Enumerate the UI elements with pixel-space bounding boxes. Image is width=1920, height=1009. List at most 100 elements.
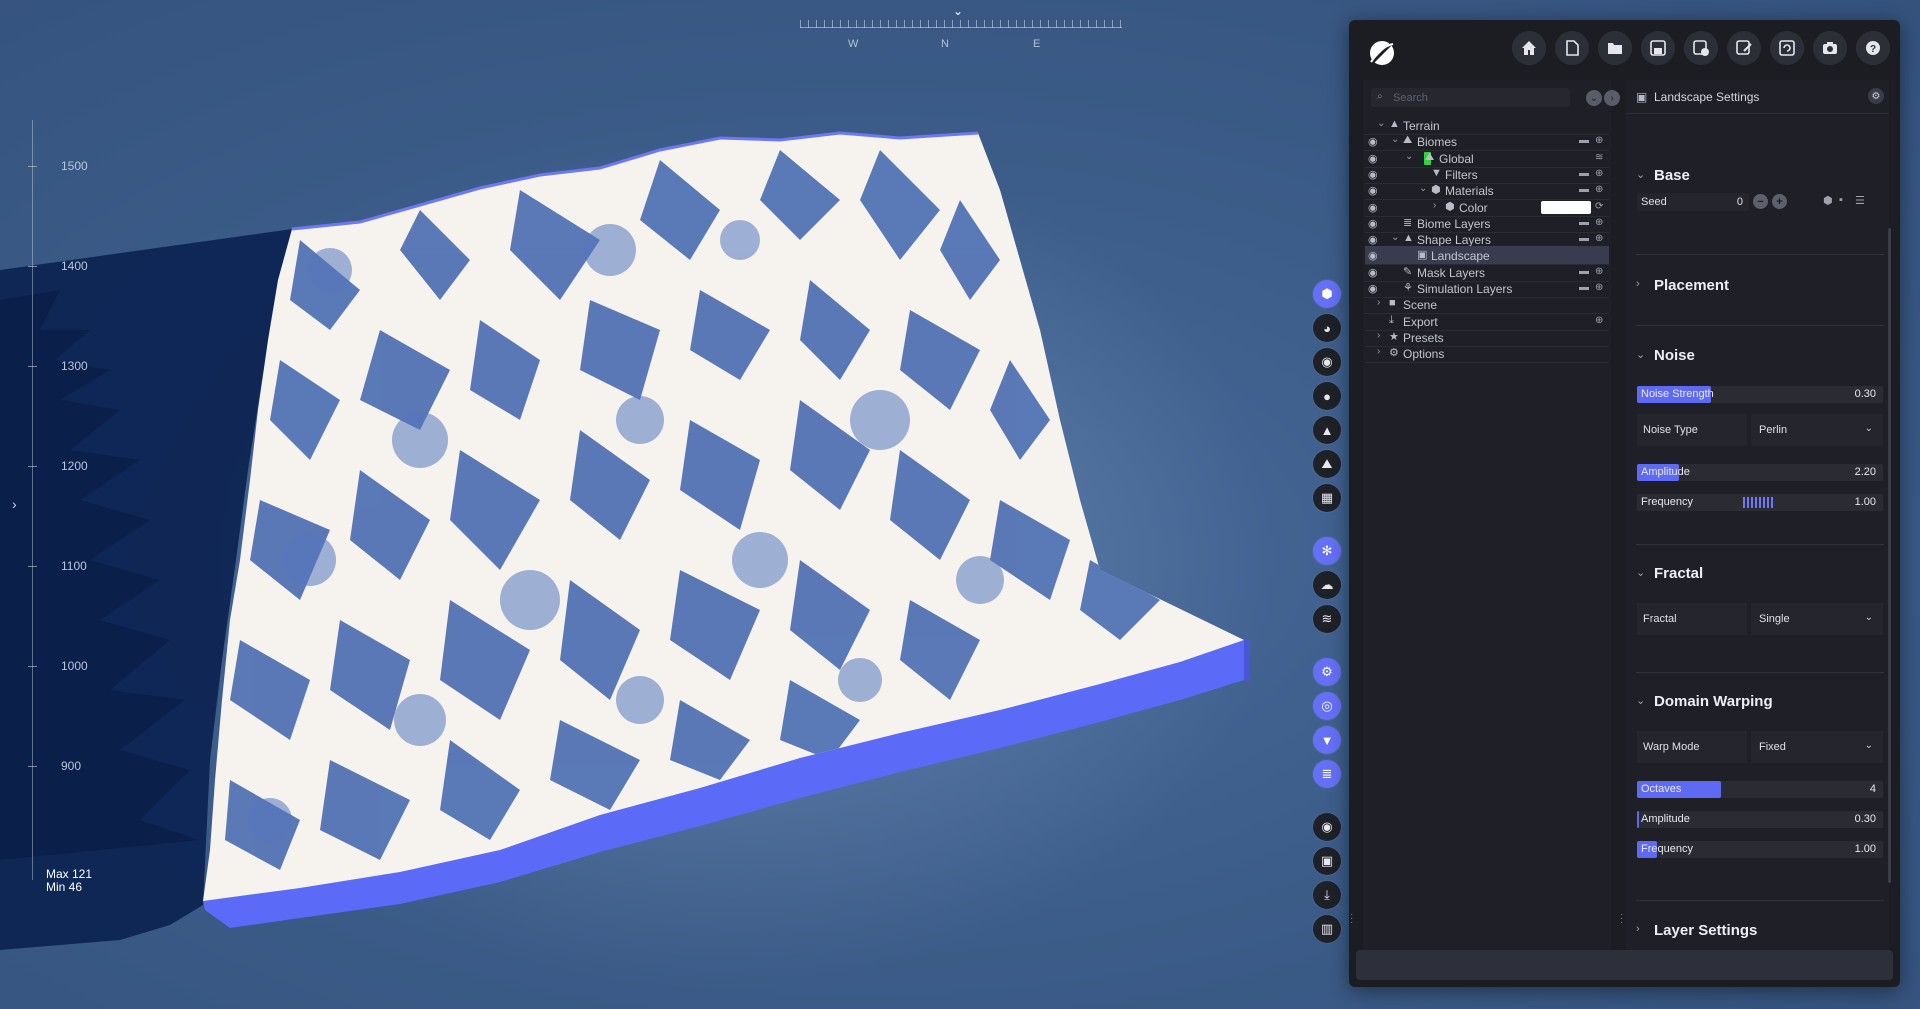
visibility-eye-icon[interactable]: ◉ [1368, 168, 1382, 181]
refresh-button[interactable] [1770, 31, 1804, 65]
save-seed-icon[interactable]: ▪ [1839, 194, 1843, 206]
layers-icon[interactable]: ≣ [1313, 760, 1341, 788]
seed-list-icon[interactable]: ☰ [1855, 194, 1865, 207]
compass-east: E [1033, 38, 1042, 50]
add-icon[interactable]: ⊕ [1595, 135, 1603, 146]
filter-icon[interactable]: ▼ [1313, 726, 1341, 754]
noise-amplitude-slider[interactable]: Amplitude 2.20 [1637, 464, 1883, 481]
status-bar[interactable] [1356, 950, 1893, 980]
noise-type-select[interactable]: Perlin ⌄ [1751, 414, 1883, 446]
tree-item-options[interactable]: › ⚙ Options [1365, 344, 1609, 364]
chevron-right-icon[interactable]: › [1377, 297, 1380, 308]
warp-mode-select[interactable]: Fixed ⌄ [1751, 731, 1883, 763]
home-button[interactable] [1512, 31, 1546, 65]
seed-decrement-button[interactable]: − [1753, 194, 1768, 209]
chevron-down-icon[interactable]: ⌄ [1405, 151, 1413, 162]
add-icon[interactable]: ⊕ [1595, 168, 1603, 179]
waves-icon[interactable]: ≋ [1313, 605, 1341, 633]
download-icon[interactable]: ⤓ [1313, 881, 1341, 909]
grid-icon[interactable]: ▦ [1313, 484, 1341, 512]
folder-icon[interactable]: ▬ [1579, 233, 1589, 244]
sphere-icon[interactable]: ◕ [1313, 314, 1341, 342]
section-base[interactable]: ⌄ Base [1626, 160, 1889, 190]
chevron-right-icon[interactable]: › [1377, 330, 1380, 341]
new-file-button[interactable] [1555, 31, 1589, 65]
add-icon[interactable]: ⊕ [1595, 282, 1603, 293]
shape-icon[interactable]: ⬢ [1313, 280, 1341, 308]
open-folder-button[interactable] [1598, 31, 1632, 65]
folder-icon[interactable]: ▬ [1579, 135, 1589, 146]
folder-icon[interactable]: ▬ [1579, 184, 1589, 195]
section-domain-warping[interactable]: ⌄ Domain Warping [1626, 686, 1889, 716]
visibility-eye-icon[interactable]: ◉ [1368, 282, 1382, 295]
folder-icon[interactable]: ▬ [1579, 168, 1589, 179]
nodes-icon[interactable]: ⚙ [1313, 658, 1341, 686]
snowflake-icon[interactable]: ✻ [1313, 537, 1341, 565]
add-icon[interactable]: ⊕ [1595, 233, 1603, 244]
folder-icon[interactable]: ▬ [1579, 282, 1589, 293]
settings-scrollbar[interactable] [1888, 228, 1891, 883]
camera-button[interactable] [1813, 31, 1847, 65]
visibility-eye-icon[interactable]: ◉ [1368, 184, 1382, 197]
expand-sidebar-icon[interactable]: › [12, 496, 17, 512]
save-button[interactable] [1641, 31, 1675, 65]
chevron-down-icon[interactable]: ⌄ [1391, 232, 1399, 243]
add-icon[interactable]: ⊕ [1595, 266, 1603, 277]
visibility-eye-icon[interactable]: ◉ [1368, 201, 1382, 214]
chevron-down-icon[interactable]: ⌄ [1391, 134, 1399, 145]
randomize-icon[interactable]: ⬢ [1823, 194, 1833, 207]
resize-handle-icon[interactable]: · · · [1350, 910, 1353, 928]
noise-frequency-slider[interactable]: Frequency 1.00 [1637, 494, 1883, 511]
search-box[interactable]: ⌕ [1371, 88, 1570, 107]
edit-button[interactable] [1727, 31, 1761, 65]
visibility-eye-icon[interactable]: ◉ [1368, 249, 1382, 262]
warp-frequency-slider[interactable]: Frequency 1.00 [1637, 841, 1883, 858]
svg-text:?: ? [1870, 44, 1876, 55]
section-placement[interactable]: › Placement [1626, 270, 1889, 300]
chart-icon[interactable]: ▥ [1313, 915, 1341, 943]
target-icon[interactable]: ◉ [1313, 348, 1341, 376]
search-input[interactable] [1393, 90, 1563, 105]
chevron-down-icon[interactable]: ⌄ [1419, 183, 1427, 194]
section-noise[interactable]: ⌄ Noise [1626, 340, 1889, 370]
fractal-select[interactable]: Single ⌄ [1751, 603, 1883, 635]
add-icon[interactable]: ⊕ [1595, 217, 1603, 228]
add-icon[interactable]: ⊕ [1595, 315, 1603, 326]
mountain-icon[interactable]: ▲ [1313, 416, 1341, 444]
seed-increment-button[interactable]: + [1772, 194, 1787, 209]
folder-icon[interactable]: ▬ [1579, 217, 1589, 228]
warp-amplitude-slider[interactable]: Amplitude 0.30 [1637, 811, 1883, 828]
octaves-slider[interactable]: Octaves 4 [1637, 781, 1883, 798]
color-swatch[interactable] [1541, 200, 1591, 214]
section-fractal[interactable]: ⌄ Fractal [1626, 558, 1889, 588]
visibility-eye-icon[interactable]: ◉ [1368, 135, 1382, 148]
drop-icon[interactable]: ● [1313, 382, 1341, 410]
settings-gear-icon[interactable]: ⚙ [1868, 88, 1884, 104]
add-icon[interactable]: ⊕ [1595, 184, 1603, 195]
tree-item-label: Presets [1403, 330, 1444, 345]
cloud-icon[interactable]: ☁ [1313, 571, 1341, 599]
chevron-right-icon[interactable]: › [1433, 200, 1436, 211]
help-button[interactable]: ? [1856, 31, 1890, 65]
eye-icon[interactable]: ◎ [1313, 692, 1341, 720]
visibility-eye-icon[interactable]: ◉ [1368, 233, 1382, 246]
noise-strength-slider[interactable]: Noise Strength 0.30 [1637, 386, 1883, 403]
refresh-icon[interactable]: ⟳ [1595, 201, 1603, 212]
collapse-all-icon[interactable]: ⌄ [1586, 90, 1602, 106]
folder-icon[interactable]: ▬ [1579, 266, 1589, 277]
chevron-right-icon[interactable]: › [1377, 346, 1380, 357]
visibility-eye-icon[interactable]: ◉ [1368, 217, 1382, 230]
seed-field[interactable]: Seed 0 [1637, 193, 1749, 211]
resize-handle-icon[interactable]: · · · [1620, 910, 1623, 928]
export-button[interactable] [1684, 31, 1718, 65]
record-icon[interactable]: ◉ [1313, 813, 1341, 841]
visibility-eye-icon[interactable]: ◉ [1368, 152, 1382, 165]
landscape-icon[interactable]: ⛰ [1313, 450, 1341, 478]
expand-all-icon[interactable]: › [1604, 90, 1620, 106]
image-icon[interactable]: ▣ [1313, 847, 1341, 875]
ruler-label: 1300 [61, 359, 88, 373]
section-layer-settings[interactable]: › Layer Settings [1626, 915, 1889, 945]
visibility-eye-icon[interactable]: ◉ [1368, 266, 1382, 279]
chevron-down-icon[interactable]: ⌄ [1377, 118, 1385, 129]
layers-icon[interactable]: ≋ [1595, 152, 1603, 163]
